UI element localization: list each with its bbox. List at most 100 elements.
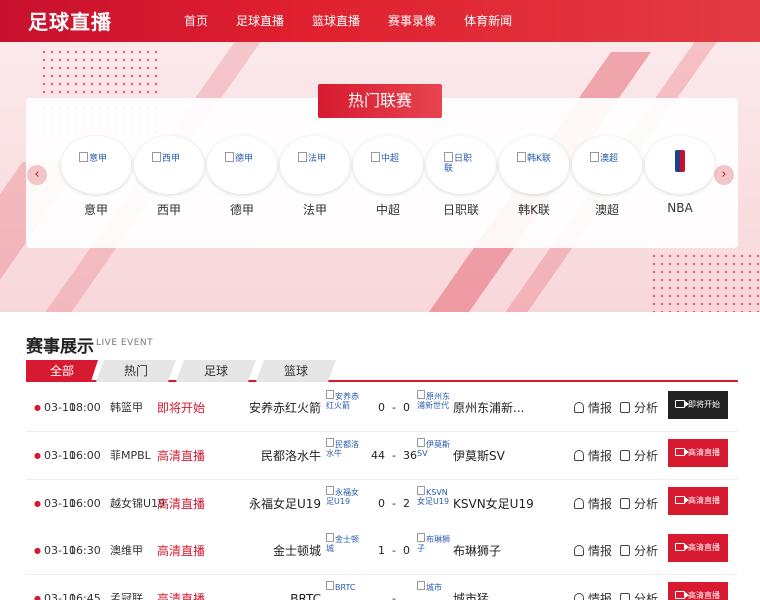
bullet-icon: ● — [34, 546, 41, 555]
document-icon — [620, 402, 630, 413]
away-team-name: 原州东浦新... — [453, 401, 525, 415]
bullet-icon: ● — [34, 594, 41, 600]
match-row[interactable]: ● 03-10 16:45 孟冠联 高清直播 BRTC BRTC - 城市 城市猛 情报 分析 高清… — [26, 575, 738, 600]
info-link[interactable]: 情报 — [574, 480, 612, 528]
analysis-link[interactable]: 分析 — [620, 432, 658, 480]
watch-button-label: 高清直播 — [688, 448, 720, 457]
match-status: 高清直播 — [157, 497, 206, 511]
analysis-link[interactable]: 分析 — [620, 384, 658, 432]
league-logo-image: 韩K联 — [517, 152, 553, 164]
nav-replays[interactable]: 赛事录像 — [388, 0, 436, 42]
tab-hot[interactable]: 热门 — [96, 360, 176, 382]
bullet-icon: ● — [34, 499, 41, 508]
document-icon — [620, 450, 630, 461]
events-tabs: 全部 热门 足球 篮球 — [26, 360, 738, 382]
bell-icon — [574, 402, 584, 413]
away-team-name: 伊莫斯SV — [453, 449, 505, 463]
tab-all[interactable]: 全部 — [26, 360, 98, 382]
analysis-label: 分析 — [634, 449, 659, 463]
nav-basketball-live[interactable]: 篮球直播 — [312, 0, 360, 42]
away-team-name: 城市猛 — [453, 592, 490, 600]
away-team-logo: KSVN女足U19 — [417, 488, 450, 506]
nav-home[interactable]: 首页 — [184, 0, 208, 42]
analysis-label: 分析 — [634, 401, 659, 415]
league-csl[interactable]: 中超 中超 — [353, 136, 423, 218]
video-camera-icon — [675, 496, 689, 504]
match-time: 16:00 — [69, 449, 101, 462]
league-logo-image: 德甲 — [225, 152, 261, 164]
league-nba[interactable]: NBA — [645, 136, 715, 215]
league-name: NBA — [667, 201, 693, 215]
league-name: 德甲 — [229, 203, 254, 217]
league-j-league[interactable]: 日职联 日职联 — [426, 136, 496, 218]
watch-live-button[interactable]: 高清直播 — [668, 487, 728, 515]
info-link[interactable]: 情报 — [574, 527, 612, 575]
match-row[interactable]: ● 03-10 16:00 越女锦U19 高清直播 永福女足U19 永福女足U19 0 - 2… — [26, 480, 738, 528]
nav-football-live[interactable]: 足球直播 — [236, 0, 284, 42]
info-link[interactable]: 情报 — [574, 432, 612, 480]
match-score: 0 - 2 — [378, 497, 410, 510]
nba-logo-icon — [675, 150, 685, 172]
info-link[interactable]: 情报 — [574, 384, 612, 432]
league-a-league[interactable]: 澳超 澳超 — [572, 136, 642, 218]
home-score: 0 — [378, 401, 386, 414]
league-serie-a[interactable]: 意甲 意甲 — [61, 136, 131, 218]
bullet-icon: ● — [34, 403, 41, 412]
watch-live-button[interactable]: 高清直播 — [668, 534, 728, 562]
video-camera-icon — [675, 448, 689, 456]
analysis-label: 分析 — [634, 592, 659, 600]
watch-live-button[interactable]: 即将开始 — [668, 391, 728, 419]
document-icon — [620, 593, 630, 600]
analysis-link[interactable]: 分析 — [620, 527, 658, 575]
match-row[interactable]: ● 03-10 18:00 韩篮甲 即将开始 安养赤红火箭 安养赤红火箭 0 - 0 原州东浦新… — [26, 384, 738, 432]
tab-football[interactable]: 足球 — [176, 360, 256, 382]
prev-arrow-button[interactable]: ‹ — [27, 165, 47, 185]
league-la-liga[interactable]: 西甲 西甲 — [134, 136, 204, 218]
bell-icon — [574, 498, 584, 509]
home-score: 0 — [378, 497, 386, 510]
league-bundesliga[interactable]: 德甲 德甲 — [207, 136, 277, 218]
league-logo-image: 西甲 — [152, 152, 188, 164]
league-ligue-1[interactable]: 法甲 法甲 — [280, 136, 350, 218]
league-name: 中超 — [375, 203, 400, 217]
video-camera-icon — [675, 543, 689, 551]
next-arrow-button[interactable]: › — [714, 165, 734, 185]
away-score: 0 — [402, 401, 410, 414]
match-time: 16:45 — [69, 592, 101, 600]
site-logo[interactable]: 足球直播 — [28, 6, 112, 35]
match-score: 1 - 0 — [378, 544, 410, 557]
league-logo-circle: 日职联 — [426, 136, 496, 194]
watch-button-label: 高清直播 — [688, 496, 720, 505]
home-team-name: 安养赤红火箭 — [248, 401, 321, 415]
info-label: 情报 — [588, 497, 613, 511]
nav-sports-news[interactable]: 体育新闻 — [464, 0, 512, 42]
league-logo-image: 法甲 — [298, 152, 334, 164]
match-league: 菲MPBL — [110, 449, 151, 462]
video-camera-icon — [675, 591, 689, 599]
bullet-icon: ● — [34, 451, 41, 460]
match-status: 高清直播 — [157, 544, 206, 558]
main-nav: 首页 足球直播 篮球直播 赛事录像 体育新闻 — [184, 0, 540, 42]
league-k-league[interactable]: 韩K联 韩K联 — [499, 136, 569, 218]
away-team-logo: 布琳狮子 — [417, 535, 450, 553]
away-score: 2 — [402, 497, 410, 510]
document-icon — [620, 498, 630, 509]
home-team-name: BRTC — [290, 592, 321, 600]
away-score: 0 — [402, 544, 410, 557]
league-logo-image: 澳超 — [590, 152, 626, 164]
bell-icon — [574, 450, 584, 461]
league-logo-circle — [645, 136, 715, 194]
match-row[interactable]: ● 03-10 16:00 菲MPBL 高清直播 民都洛水牛 民都洛水牛 44 - 36 伊莫斯… — [26, 432, 738, 480]
tab-basketball[interactable]: 篮球 — [256, 360, 336, 382]
analysis-link[interactable]: 分析 — [620, 575, 658, 600]
watch-live-button[interactable]: 高清直播 — [668, 582, 728, 600]
watch-live-button[interactable]: 高清直播 — [668, 439, 728, 467]
league-logo-circle: 中超 — [353, 136, 423, 194]
info-link[interactable]: 情报 — [574, 575, 612, 600]
match-status: 高清直播 — [157, 592, 206, 600]
analysis-link[interactable]: 分析 — [620, 480, 658, 528]
home-score: 44 — [371, 449, 386, 462]
match-row[interactable]: ● 03-10 16:30 澳维甲 高清直播 金士顿城 金士顿城 1 - 0 布琳狮子 布琳狮子情… — [26, 527, 738, 575]
match-time: 16:00 — [69, 497, 101, 510]
home-team-logo: 民都洛水牛 — [326, 440, 359, 458]
